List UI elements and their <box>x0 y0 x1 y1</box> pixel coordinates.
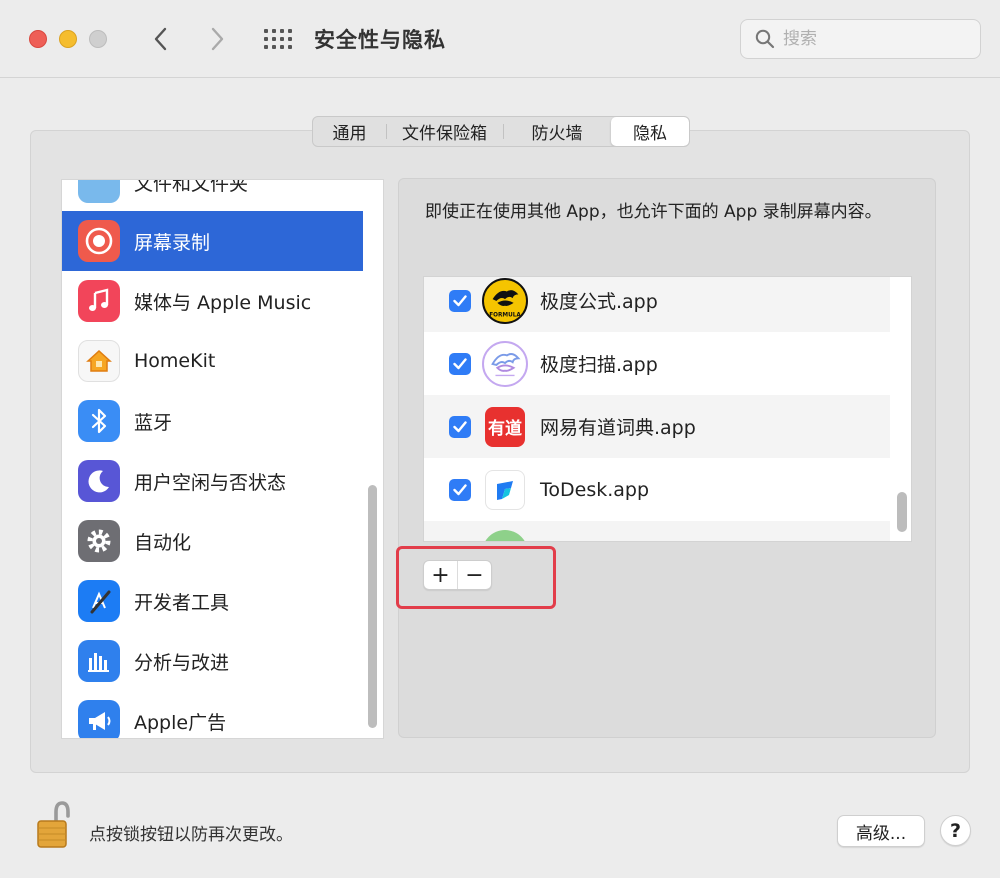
forward-button[interactable] <box>202 22 232 56</box>
zoom-window-button[interactable] <box>89 30 107 48</box>
jidu-scan-icon <box>482 340 528 387</box>
window-title: 安全性与隐私 <box>314 28 446 52</box>
checkmark-icon <box>453 357 467 369</box>
list-item[interactable]: 有道 网易有道词典.app <box>424 395 890 458</box>
tab-filevault[interactable]: 文件保险箱 <box>386 117 503 146</box>
gear-icon <box>78 520 120 562</box>
help-button[interactable]: ? <box>940 815 971 846</box>
app-checkbox[interactable] <box>449 289 471 312</box>
unlocked-padlock-icon <box>37 801 70 848</box>
tab-firewall[interactable]: 防火墙 <box>503 117 611 146</box>
xcode-icon <box>78 580 120 622</box>
privacy-category-list[interactable]: 文件和文件夹 屏幕录制 媒体与 Apple Music HomeKit 蓝牙 用… <box>61 179 384 739</box>
back-button[interactable] <box>146 22 176 56</box>
checkmark-icon <box>453 483 467 495</box>
bluetooth-icon <box>78 400 120 442</box>
todesk-icon <box>485 469 525 510</box>
app-checkbox[interactable] <box>449 542 471 543</box>
app-checkbox[interactable] <box>449 478 471 501</box>
sidebar-item-label: 文件和文件夹 <box>134 179 249 195</box>
list-item[interactable] <box>424 521 890 543</box>
lock-status-text: 点按锁按钮以防再次更改。 <box>89 825 293 845</box>
app-name: 极度扫描.app <box>540 354 658 376</box>
sidebar-item-idle-status[interactable]: 用户空闲与否状态 <box>62 451 363 511</box>
search-input[interactable] <box>783 29 963 49</box>
screen-recording-icon <box>78 220 120 262</box>
svg-text:FORMULA: FORMULA <box>489 312 521 318</box>
tab-general[interactable]: 通用 <box>313 117 386 146</box>
list-item[interactable]: ToDesk.app <box>424 458 890 521</box>
close-window-button[interactable] <box>29 30 47 48</box>
app-list[interactable]: FORMULA 极度公式.app 极度扫描.app 有道 网易有道词典.app … <box>423 276 912 542</box>
minimize-window-button[interactable] <box>59 30 77 48</box>
folder-icon <box>78 180 120 203</box>
app-checkbox[interactable] <box>449 352 471 375</box>
grid-icon <box>264 29 268 33</box>
sidebar-item-screen-recording[interactable]: 屏幕录制 <box>62 211 363 271</box>
youdao-icon: 有道 <box>485 406 525 447</box>
app-name: 极度公式.app <box>540 291 658 313</box>
chevron-left-icon <box>154 27 167 51</box>
sidebar-item-label: 蓝牙 <box>134 411 173 434</box>
search-icon <box>755 29 775 49</box>
app-icon <box>482 529 528 541</box>
analytics-icon <box>78 640 120 682</box>
screen-recording-description: 即使正在使用其他 App，也允许下面的 App 录制屏幕内容。 <box>425 202 882 222</box>
lock-button[interactable] <box>36 800 70 850</box>
checkmark-icon <box>453 294 467 306</box>
sidebar-item-apple-ads[interactable]: Apple广告 <box>62 691 363 738</box>
sidebar-item-bluetooth[interactable]: 蓝牙 <box>62 391 363 451</box>
app-name: 网易有道词典.app <box>540 417 696 439</box>
moon-icon <box>78 460 120 502</box>
show-all-button[interactable] <box>263 27 293 51</box>
sidebar-item-label: 媒体与 Apple Music <box>134 291 312 314</box>
title-bar: 安全性与隐私 <box>0 0 1000 78</box>
annotation-highlight-box <box>396 546 556 609</box>
chevron-right-icon <box>211 27 224 51</box>
sidebar-item-developer-tools[interactable]: 开发者工具 <box>62 571 363 631</box>
sidebar-item-files-folders[interactable]: 文件和文件夹 <box>62 179 363 212</box>
megaphone-icon <box>78 700 120 738</box>
sidebar-item-media-music[interactable]: 媒体与 Apple Music <box>62 271 363 331</box>
sidebar-item-automation[interactable]: 自动化 <box>62 511 363 571</box>
sidebar-item-label: Apple广告 <box>134 711 227 734</box>
sidebar-item-label: 开发者工具 <box>134 591 230 614</box>
sidebar-item-label: 用户空闲与否状态 <box>134 471 287 494</box>
sidebar-scrollbar[interactable] <box>368 485 377 728</box>
advanced-button[interactable]: 高级... <box>837 815 925 847</box>
sidebar-item-label: HomeKit <box>134 350 216 372</box>
sidebar-item-label: 分析与改进 <box>134 651 230 674</box>
homekit-icon <box>78 340 120 382</box>
sidebar-item-label: 屏幕录制 <box>134 231 211 254</box>
sidebar-item-homekit[interactable]: HomeKit <box>62 331 363 391</box>
list-item[interactable]: FORMULA 极度公式.app <box>424 277 890 332</box>
checkmark-icon <box>453 420 467 432</box>
music-icon <box>78 280 120 322</box>
app-list-scrollbar[interactable] <box>897 492 907 532</box>
search-field[interactable] <box>740 19 981 59</box>
app-checkbox[interactable] <box>449 415 471 438</box>
list-item[interactable]: 极度扫描.app <box>424 332 890 395</box>
tab-privacy[interactable]: 隐私 <box>611 117 689 146</box>
sidebar-item-analytics[interactable]: 分析与改进 <box>62 631 363 691</box>
app-name: ToDesk.app <box>540 478 650 501</box>
jidu-formula-icon: FORMULA <box>482 277 528 324</box>
tab-bar: 通用 文件保险箱 防火墙 隐私 <box>312 116 690 147</box>
sidebar-item-label: 自动化 <box>134 531 192 554</box>
